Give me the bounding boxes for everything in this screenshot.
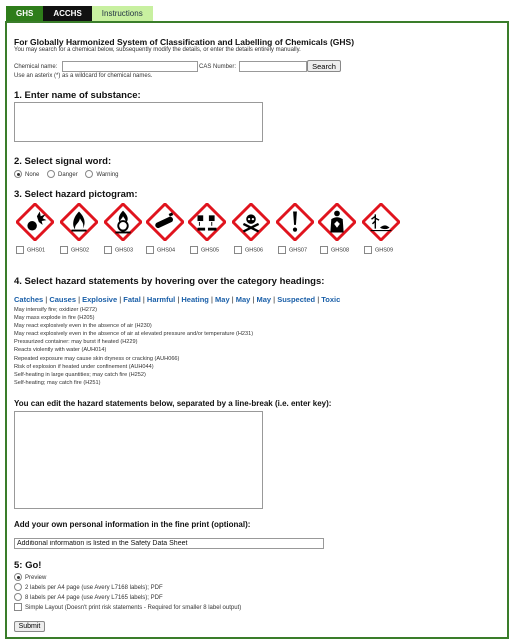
- output-preview-option[interactable]: Preview: [14, 573, 241, 583]
- output-8-labels-radio[interactable]: [14, 593, 22, 602]
- simple-layout-checkbox[interactable]: [14, 603, 22, 612]
- ghs06-checkbox[interactable]: [234, 246, 242, 254]
- exploding-bomb-icon[interactable]: [16, 203, 54, 241]
- signal-none-option[interactable]: None: [14, 170, 39, 178]
- hazard-category-links: Catches | Causes | Explosive | Fatal | H…: [14, 295, 341, 304]
- gas-cylinder-icon[interactable]: [146, 203, 184, 241]
- tab-ghs[interactable]: GHS: [6, 6, 44, 21]
- output-options: Preview 2 labels per A4 page (use Avery …: [14, 573, 241, 613]
- pictogram-option-ghs05[interactable]: GHS05: [190, 246, 219, 254]
- category-link-suspected[interactable]: Suspected: [277, 295, 315, 304]
- hazard-statements-textarea[interactable]: [14, 411, 263, 509]
- category-link-may-2[interactable]: May: [236, 295, 251, 304]
- output-2-labels-option[interactable]: 2 labels per A4 page (use Avery L7168 la…: [14, 583, 241, 593]
- output-preview-radio[interactable]: [14, 573, 22, 582]
- page-subtitle: You may search for a chemical below, sub…: [14, 47, 301, 53]
- signal-warning-radio[interactable]: [85, 170, 94, 178]
- hazard-statement-item[interactable]: Risk of explosion if heated under confin…: [14, 363, 253, 371]
- health-hazard-icon[interactable]: [318, 203, 356, 241]
- hazard-statement-item[interactable]: Self-heating in large quantities; may ca…: [14, 371, 253, 379]
- category-link-may-3[interactable]: May: [256, 295, 271, 304]
- category-link-explosive[interactable]: Explosive: [82, 295, 117, 304]
- hazard-statement-item[interactable]: May intensify fire; oxidizer (H272): [14, 306, 253, 314]
- category-link-causes[interactable]: Causes: [49, 295, 76, 304]
- pictogram-option-ghs01[interactable]: GHS01: [16, 246, 45, 254]
- exclamation-mark-icon[interactable]: [276, 203, 314, 241]
- hazard-statement-item[interactable]: Reacts violently with water (AUH014): [14, 346, 253, 354]
- pictogram-option-ghs08[interactable]: GHS08: [320, 246, 349, 254]
- ghs09-checkbox[interactable]: [364, 246, 372, 254]
- corrosion-icon[interactable]: [188, 203, 226, 241]
- category-link-toxic[interactable]: Toxic: [321, 295, 340, 304]
- skull-crossbones-icon[interactable]: [232, 203, 270, 241]
- cas-number-label: CAS Number:: [199, 64, 237, 70]
- flame-over-circle-icon[interactable]: [104, 203, 142, 241]
- ghs04-checkbox[interactable]: [146, 246, 154, 254]
- simple-layout-option[interactable]: Simple Layout (Doesn't print risk statem…: [14, 603, 241, 613]
- category-link-catches[interactable]: Catches: [14, 295, 43, 304]
- hazard-statement-item[interactable]: Pressurized container: may burst if heat…: [14, 338, 253, 346]
- ghs07-checkbox[interactable]: [278, 246, 286, 254]
- output-2-labels-radio[interactable]: [14, 583, 22, 592]
- submit-button[interactable]: Submit: [14, 621, 45, 632]
- search-button[interactable]: Search: [307, 60, 341, 72]
- category-link-may-1[interactable]: May: [215, 295, 230, 304]
- ghs01-checkbox[interactable]: [16, 246, 24, 254]
- cas-number-input[interactable]: [239, 61, 307, 72]
- pictogram-option-ghs06[interactable]: GHS06: [234, 246, 263, 254]
- signal-none-radio[interactable]: [14, 170, 22, 178]
- flame-icon[interactable]: [60, 203, 98, 241]
- signal-danger-option[interactable]: Danger: [47, 170, 78, 178]
- pictogram-option-ghs03[interactable]: GHS03: [104, 246, 133, 254]
- tab-instructions[interactable]: Instructions: [91, 6, 153, 21]
- step1-heading: 1. Enter name of substance:: [14, 90, 141, 101]
- personal-info-input[interactable]: [14, 538, 324, 549]
- environment-icon[interactable]: [362, 203, 400, 241]
- hazard-statement-item[interactable]: May react explosively even in the absenc…: [14, 322, 253, 330]
- signal-word-options: None Danger Warning: [14, 170, 119, 178]
- category-link-harmful[interactable]: Harmful: [147, 295, 175, 304]
- ghs03-checkbox[interactable]: [104, 246, 112, 254]
- substance-name-textarea[interactable]: [14, 102, 263, 142]
- tab-bar: GHS ACCHS Instructions: [6, 6, 153, 21]
- pictogram-option-ghs04[interactable]: GHS04: [146, 246, 175, 254]
- ghs05-checkbox[interactable]: [190, 246, 198, 254]
- hazard-statement-item[interactable]: May mass explode in fire (H205): [14, 314, 253, 322]
- category-link-fatal[interactable]: Fatal: [123, 295, 141, 304]
- wildcard-hint: Use an asterix (*) as a wildcard for che…: [14, 73, 153, 79]
- hazard-statement-item[interactable]: May react explosively even in the absenc…: [14, 330, 253, 338]
- step2-heading: 2. Select signal word:: [14, 156, 112, 167]
- ghs02-checkbox[interactable]: [60, 246, 68, 254]
- personal-info-heading: Add your own personal information in the…: [14, 520, 251, 529]
- signal-danger-radio[interactable]: [47, 170, 56, 178]
- ghs08-checkbox[interactable]: [320, 246, 328, 254]
- output-8-labels-option[interactable]: 8 labels per A4 page (use Avery L7165 la…: [14, 593, 241, 603]
- step5-heading: 5: Go!: [14, 560, 42, 571]
- pictogram-option-ghs02[interactable]: GHS02: [60, 246, 89, 254]
- chemical-name-input[interactable]: [62, 61, 198, 72]
- signal-warning-option[interactable]: Warning: [85, 170, 119, 178]
- hazard-statement-list: May intensify fire; oxidizer (H272) May …: [14, 306, 253, 387]
- category-link-heating[interactable]: Heating: [181, 295, 209, 304]
- chemical-name-label: Chemical name:: [14, 64, 58, 70]
- hazard-statement-item[interactable]: Self-heating; may catch fire (H251): [14, 379, 253, 387]
- hazard-statement-item[interactable]: Repeated exposure may cause skin dryness…: [14, 355, 253, 363]
- step3-heading: 3. Select hazard pictogram:: [14, 189, 138, 200]
- tab-acchs[interactable]: ACCHS: [43, 6, 92, 21]
- pictogram-option-ghs07[interactable]: GHS07: [278, 246, 307, 254]
- edit-statements-heading: You can edit the hazard statements below…: [14, 399, 332, 408]
- pictogram-option-ghs09[interactable]: GHS09: [364, 246, 393, 254]
- page-title: For Globally Harmonized System of Classi…: [14, 37, 355, 47]
- step4-heading: 4. Select hazard statements by hovering …: [14, 276, 325, 287]
